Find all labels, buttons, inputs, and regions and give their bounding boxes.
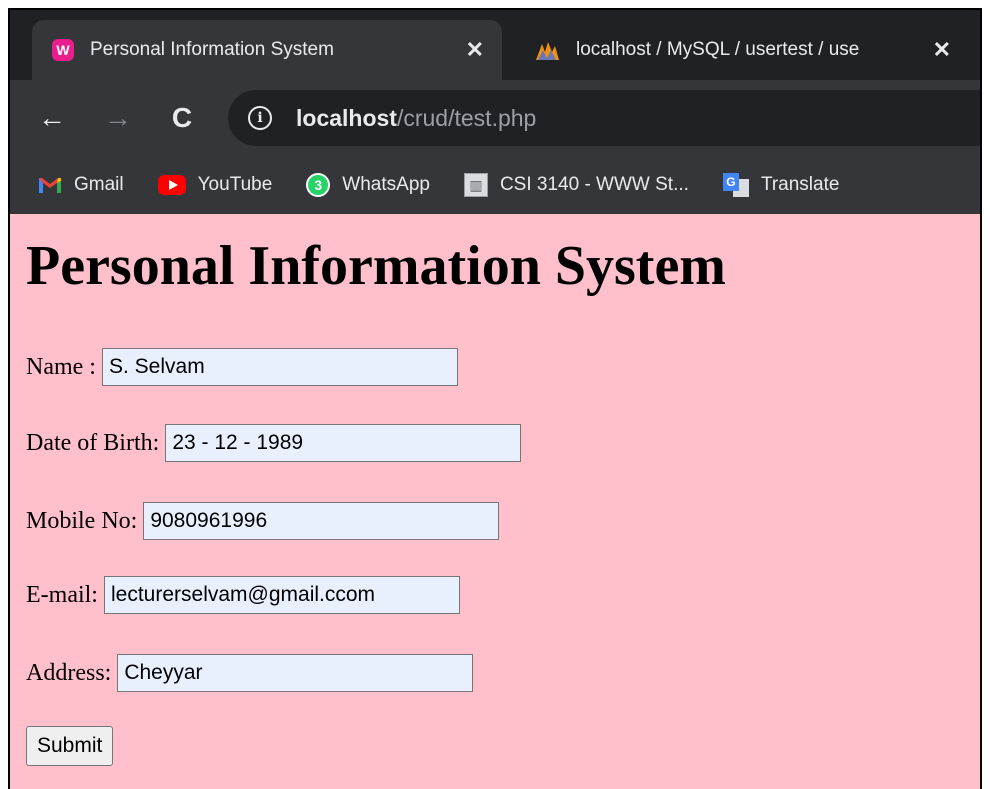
dob-label: Date of Birth: — [26, 429, 160, 456]
bookmark-whatsapp[interactable]: 3 WhatsApp — [306, 173, 430, 197]
reload-icon[interactable]: C — [162, 98, 202, 138]
email-label: E-mail: — [26, 581, 98, 608]
tab-separator — [980, 38, 982, 68]
close-tab-icon[interactable]: ✕ — [466, 37, 484, 63]
name-row: Name : — [26, 348, 458, 386]
submit-button[interactable]: Submit — [26, 726, 114, 766]
tab-phpmyadmin[interactable]: localhost / MySQL / usertest / use ✕ — [514, 20, 969, 80]
tab-title: localhost / MySQL / usertest / use — [576, 39, 860, 60]
name-field[interactable] — [101, 348, 458, 386]
url-host: localhost — [296, 104, 397, 131]
mobile-label: Mobile No: — [26, 507, 138, 534]
bookmark-csi-3140[interactable]: ▥ CSI 3140 - WWW St... — [463, 173, 689, 197]
whatsapp-icon: 3 — [306, 173, 331, 197]
url-text: localhost/crud/test.php — [296, 105, 536, 132]
name-label: Name : — [26, 353, 96, 380]
email-field[interactable] — [103, 576, 460, 614]
address-bar[interactable]: i localhost/crud/test.php — [228, 90, 980, 146]
building-icon: ▥ — [463, 173, 488, 197]
wamp-favicon-icon: W — [52, 39, 74, 61]
dob-field[interactable] — [165, 424, 522, 462]
email-row: E-mail: — [26, 576, 460, 614]
tab-title: Personal Information System — [90, 39, 334, 60]
back-arrow-icon[interactable]: ← — [32, 98, 72, 138]
phpmyadmin-favicon-icon — [536, 42, 559, 60]
close-tab-icon[interactable]: ✕ — [933, 37, 951, 63]
google-translate-icon: G — [722, 173, 749, 197]
site-info-icon[interactable]: i — [248, 106, 272, 130]
dob-row: Date of Birth: — [26, 424, 522, 462]
bookmarks-bar: Gmail YouTube 3 WhatsApp ▥ CSI 3140 - WW… — [10, 156, 980, 214]
gmail-icon — [39, 178, 61, 193]
page-content: Personal Information System Name : Date … — [10, 214, 980, 789]
browser-window: W Personal Information System ✕ localhos… — [8, 8, 982, 789]
mobile-row: Mobile No: — [26, 502, 500, 540]
tab-strip: W Personal Information System ✕ localhos… — [10, 10, 980, 80]
browser-toolbar: ← → C i localhost/crud/test.php — [10, 80, 980, 156]
address-field[interactable] — [117, 654, 474, 692]
address-label: Address: — [26, 659, 112, 686]
bookmark-translate[interactable]: G Translate — [722, 173, 839, 197]
mobile-field[interactable] — [143, 502, 500, 540]
youtube-icon — [157, 175, 186, 195]
url-path: /crud/test.php — [396, 104, 537, 131]
bookmark-youtube[interactable]: YouTube — [157, 174, 272, 196]
tab-personal-information-system[interactable]: W Personal Information System ✕ — [32, 20, 502, 80]
page-title: Personal Information System — [26, 235, 726, 297]
address-row: Address: — [26, 654, 474, 692]
bookmark-gmail[interactable]: Gmail — [38, 174, 124, 196]
forward-arrow-icon[interactable]: → — [98, 98, 138, 138]
